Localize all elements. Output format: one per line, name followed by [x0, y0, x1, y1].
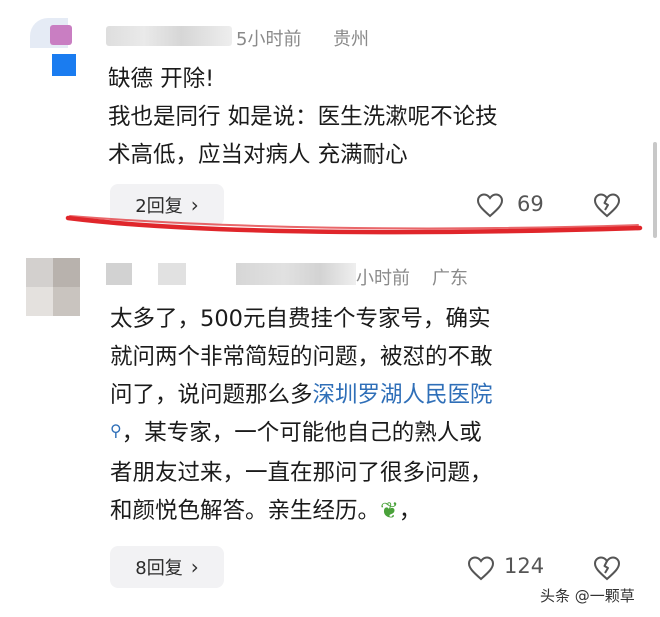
avatar-block [26, 258, 53, 287]
comment-2-line-3-text: 问了，说问题那么多 [110, 382, 313, 408]
search-icon[interactable]: ⚲ [110, 421, 122, 440]
comment-2-line-1: 太多了，500元自费挂个专家号，确实 [110, 306, 491, 332]
comment-2-like-count: 124 [504, 554, 545, 578]
leaf-emoji-icon: ❦ [380, 498, 399, 524]
scrollbar[interactable] [653, 142, 657, 238]
comment-2-avatar[interactable] [26, 258, 80, 316]
comment-1-line-1: 缺德 开除! [108, 66, 215, 92]
avatar-blur-purple [50, 25, 72, 45]
comment-1-time: 5小时前 [236, 29, 302, 50]
chevron-right-icon: › [190, 555, 199, 579]
comment-1-username-blurred[interactable] [106, 26, 232, 46]
comment-1-text: 缺德 开除! 我也是同行 如是说：医生洗漱呢不论技 术高低，应当对病人 充满耐心 [108, 60, 498, 174]
broken-heart-icon[interactable] [592, 555, 622, 581]
comment-2-location: 广东 [432, 268, 468, 289]
comment-2-line-2: 就问两个非常简短的问题，被怼的不敢 [110, 344, 493, 370]
comment-2-line-5: 者朋友过来，一直在那问了很多问题， [110, 460, 493, 486]
comment-2-line-6: 和颜悦色解答。亲生经历。❦， [110, 492, 493, 530]
heart-outline-icon[interactable] [467, 555, 495, 581]
red-annotation-underline [65, 215, 643, 235]
comment-1-line-2: 我也是同行 如是说：医生洗漱呢不论技 [108, 104, 498, 130]
avatar-block [53, 258, 80, 287]
hospital-link[interactable]: 深圳罗湖人民医院 [313, 382, 493, 408]
comment-2-replies-button[interactable]: 8回复 › [110, 546, 224, 588]
avatar-block [26, 287, 53, 316]
comment-2-replies-label: 8回复 [135, 558, 183, 579]
comment-2-time: 小时前 [356, 268, 410, 289]
comment-2-username-blurred[interactable] [236, 263, 356, 285]
comment-2-line-6-text: 和颜悦色解答。亲生经历。 [110, 498, 381, 524]
comment-2-line-4: ⚲，某专家，一个可能他自己的熟人或 [110, 414, 493, 454]
avatar-block [53, 287, 80, 316]
comment-1-line-3: 术高低，应当对病人 充满耐心 [108, 142, 408, 168]
watermark: 头条 @一颗草 [540, 587, 635, 605]
comment-2-line-3: 问了，说问题那么多深圳罗湖人民医院 [110, 376, 493, 414]
comment-2-username-blurred[interactable] [106, 263, 132, 285]
avatar-blur-blue [52, 54, 76, 76]
comment-2-text: 太多了，500元自费挂个专家号，确实 就问两个非常简短的问题，被怼的不敢 问了，… [110, 300, 493, 530]
comment-1-avatar[interactable] [30, 18, 82, 80]
comment-2-username-blurred[interactable] [158, 263, 186, 285]
comment-1-location: 贵州 [333, 29, 369, 50]
comment-2-line-4-text: ，某专家，一个可能他自己的熟人或 [121, 420, 482, 446]
comment-2-tail: ， [398, 498, 422, 524]
